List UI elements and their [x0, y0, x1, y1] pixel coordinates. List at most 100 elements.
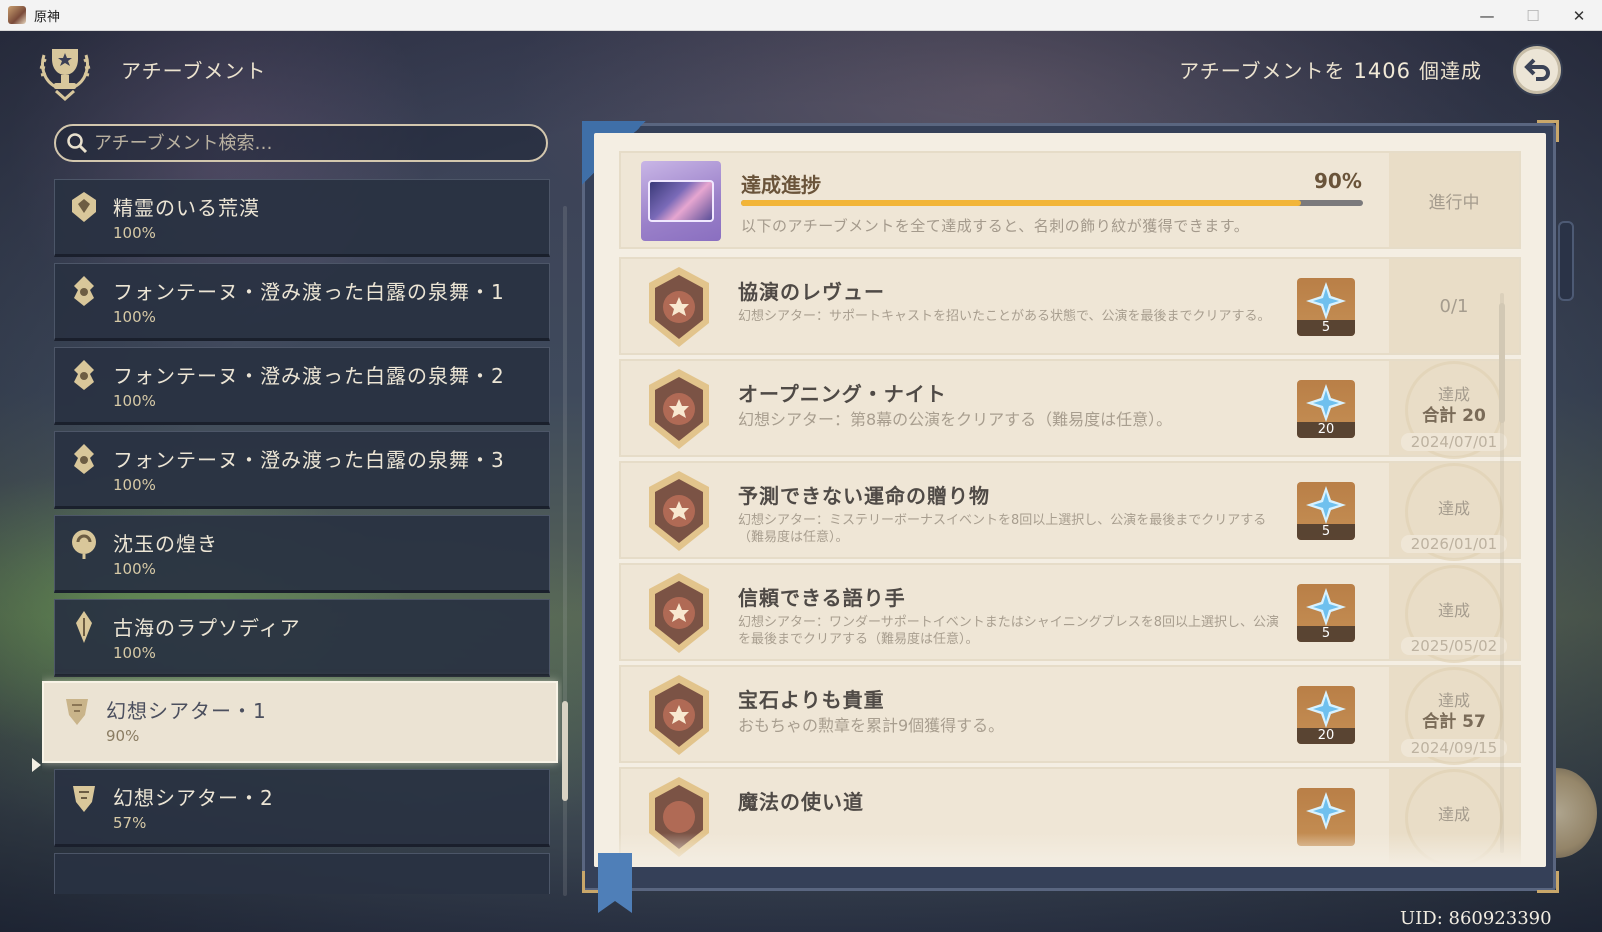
book-side-tab	[1558, 221, 1574, 301]
progress-bar	[741, 200, 1363, 206]
category-name: 沈玉の煌き	[113, 532, 218, 556]
category-percent: 90%	[106, 727, 140, 745]
progress-percent: 90%	[1314, 169, 1362, 193]
achievement-row[interactable]: 宝石よりも貴重 おもちゃの勲章を累計9個獲得する。 20 達成 合計 57 20…	[619, 665, 1521, 765]
stamp-label: 達成	[1437, 499, 1470, 518]
category-item[interactable]: フォンテーヌ・澄み渡った白露の泉舞・3 100%	[54, 431, 550, 509]
primogem-reward: 5	[1297, 482, 1355, 540]
reward-count: 20	[1297, 728, 1355, 744]
category-name: 幻想シアター・2	[113, 786, 274, 810]
completion-date: 2025/05/02	[1401, 637, 1507, 655]
category-name: フォンテーヌ・澄み渡った白露の泉舞・3	[113, 448, 505, 472]
page-title: アチーブメント	[121, 59, 267, 83]
achievement-total-prefix: アチーブメントを	[1179, 59, 1346, 83]
achievement-title: 宝石よりも貴重	[738, 688, 885, 712]
frame-corner	[1537, 871, 1559, 893]
reward-count: 5	[1297, 626, 1355, 642]
primogem-icon	[1306, 384, 1346, 422]
achievement-row[interactable]: 協演のレヴュー 幻想シアター：サポートキャストを招いたことがある状態で、公演を最…	[619, 257, 1521, 355]
primogem-reward: 20	[1297, 686, 1355, 744]
theater-emblem-icon	[73, 786, 95, 812]
back-button[interactable]	[1513, 46, 1561, 94]
close-button[interactable]: ✕	[1556, 0, 1602, 31]
window-titlebar: 原神 — ☐ ✕	[0, 0, 1602, 31]
category-name: 古海のラプソディア	[113, 616, 301, 640]
stamp-total: 合計 57	[1422, 712, 1486, 732]
completed-stamp: 達成 2026/01/01	[1401, 463, 1507, 561]
stamp-label: 達成	[1437, 805, 1470, 824]
primogem-reward: 5	[1297, 278, 1355, 336]
stamp-total: 合計 20	[1422, 406, 1486, 426]
category-name: 精霊のいる荒漠	[113, 196, 260, 220]
category-percent: 100%	[113, 644, 156, 662]
player-uid: UID: 860923390	[1400, 908, 1552, 929]
achievement-progress-count: 0/1	[1439, 295, 1469, 317]
category-percent: 57%	[113, 814, 147, 832]
achievement-title: 予測できない運命の贈り物	[738, 484, 990, 508]
category-name: フォンテーヌ・澄み渡った白露の泉舞・2	[113, 364, 505, 388]
app-icon	[8, 6, 26, 24]
progress-card: 達成進捗 90% 以下のアチーブメントを全て達成すると、名刺の飾り紋が獲得できま…	[619, 151, 1521, 249]
primogem-icon	[1306, 588, 1346, 626]
achievement-total: アチーブメントを 1406 個達成	[1179, 55, 1482, 84]
progress-bar-fill	[741, 200, 1301, 206]
achievement-description: 幻想シアター：サポートキャストを招いたことがある状態で、公演を最後までクリアする…	[738, 309, 1271, 324]
achievement-total-value: 1406	[1353, 59, 1411, 83]
category-item[interactable]: フォンテーヌ・澄み渡った白露の泉舞・1 100%	[54, 263, 550, 341]
reward-count: 20	[1297, 422, 1355, 438]
category-item[interactable]: フォンテーヌ・澄み渡った白露の泉舞・2 100%	[54, 347, 550, 425]
category-name: フォンテーヌ・澄み渡った白露の泉舞・1	[113, 280, 505, 304]
search-box[interactable]	[54, 124, 548, 162]
page-fade	[594, 833, 1546, 867]
category-list: 精霊のいる荒漠 100% フォンテーヌ・澄み渡った白露の泉舞・1 100% フォ…	[42, 179, 562, 894]
achievement-title: 協演のレヴュー	[738, 280, 885, 304]
category-name: 幻想シアター・1	[106, 699, 267, 723]
category-emblem-icon	[72, 530, 96, 559]
maximize-button[interactable]: ☐	[1510, 0, 1556, 31]
category-percent: 100%	[113, 476, 156, 494]
game-viewport: アチーブメント アチーブメントを 1406 個達成 精霊のいる荒漠 100% フ…	[0, 31, 1602, 932]
reward-count: 5	[1297, 320, 1355, 336]
primogem-reward: 20	[1297, 380, 1355, 438]
achievement-title: 信頼できる語り手	[738, 586, 906, 610]
back-arrow-icon	[1524, 58, 1550, 81]
category-item[interactable]: 古海のラプソディア 100%	[54, 599, 550, 677]
category-percent: 100%	[113, 224, 156, 242]
search-input[interactable]	[94, 132, 514, 154]
category-scrollbar-thumb[interactable]	[562, 701, 568, 801]
category-emblem-icon	[72, 192, 96, 222]
category-emblem-icon	[74, 444, 94, 474]
achievement-total-suffix: 個達成	[1419, 59, 1482, 83]
achievement-medal-icon	[649, 267, 709, 347]
progress-title: 達成進捗	[741, 173, 821, 197]
completion-date: 2026/01/01	[1401, 535, 1507, 553]
category-item[interactable]: 精霊のいる荒漠 100%	[54, 179, 550, 257]
achievement-title: オープニング・ナイト	[738, 382, 947, 406]
stamp-label: 達成	[1437, 601, 1470, 620]
completed-stamp: 達成 2025/05/02	[1401, 565, 1507, 663]
category-item[interactable]	[54, 853, 550, 894]
namecard-preview	[641, 161, 721, 241]
achievement-row[interactable]: 信頼できる語り手 幻想シアター：ワンダーサポートイベントまたはシャイニングブレス…	[619, 563, 1521, 663]
trophy-icon	[39, 49, 91, 102]
window-title: 原神	[34, 9, 61, 25]
primogem-icon	[1306, 690, 1346, 728]
minimize-button[interactable]: —	[1464, 0, 1510, 31]
primogem-icon	[1306, 282, 1346, 320]
progress-description: 以下のアチーブメントを全て達成すると、名刺の飾り紋が獲得できます。	[741, 217, 1250, 235]
category-item-active[interactable]: 幻想シアター・1 90%	[42, 681, 558, 763]
achievement-row[interactable]: 予測できない運命の贈り物 幻想シアター：ミステリーボーナスイベントを8回以上選択…	[619, 461, 1521, 561]
achievement-medal-icon	[649, 471, 709, 551]
completion-date: 2024/07/01	[1401, 433, 1507, 451]
category-percent: 100%	[113, 560, 156, 578]
window-controls: — ☐ ✕	[1464, 0, 1602, 31]
achievement-scrollbar-thumb[interactable]	[1499, 303, 1505, 423]
category-item[interactable]: 沈玉の煌き 100%	[54, 515, 550, 593]
achievement-row[interactable]: オープニング・ナイト 幻想シアター：第8幕の公演をクリアする（難易度は任意）。 …	[619, 359, 1521, 459]
category-item[interactable]: 幻想シアター・2 57%	[54, 769, 550, 847]
completed-stamp: 達成 合計 57 2024/09/15	[1401, 667, 1507, 765]
primogem-icon	[1306, 486, 1346, 524]
achievement-description: 幻想シアター：第8幕の公演をクリアする（難易度は任意）。	[738, 410, 1173, 429]
completed-stamp: 達成 合計 20 2024/07/01	[1401, 361, 1507, 459]
category-emblem-icon	[76, 611, 92, 643]
